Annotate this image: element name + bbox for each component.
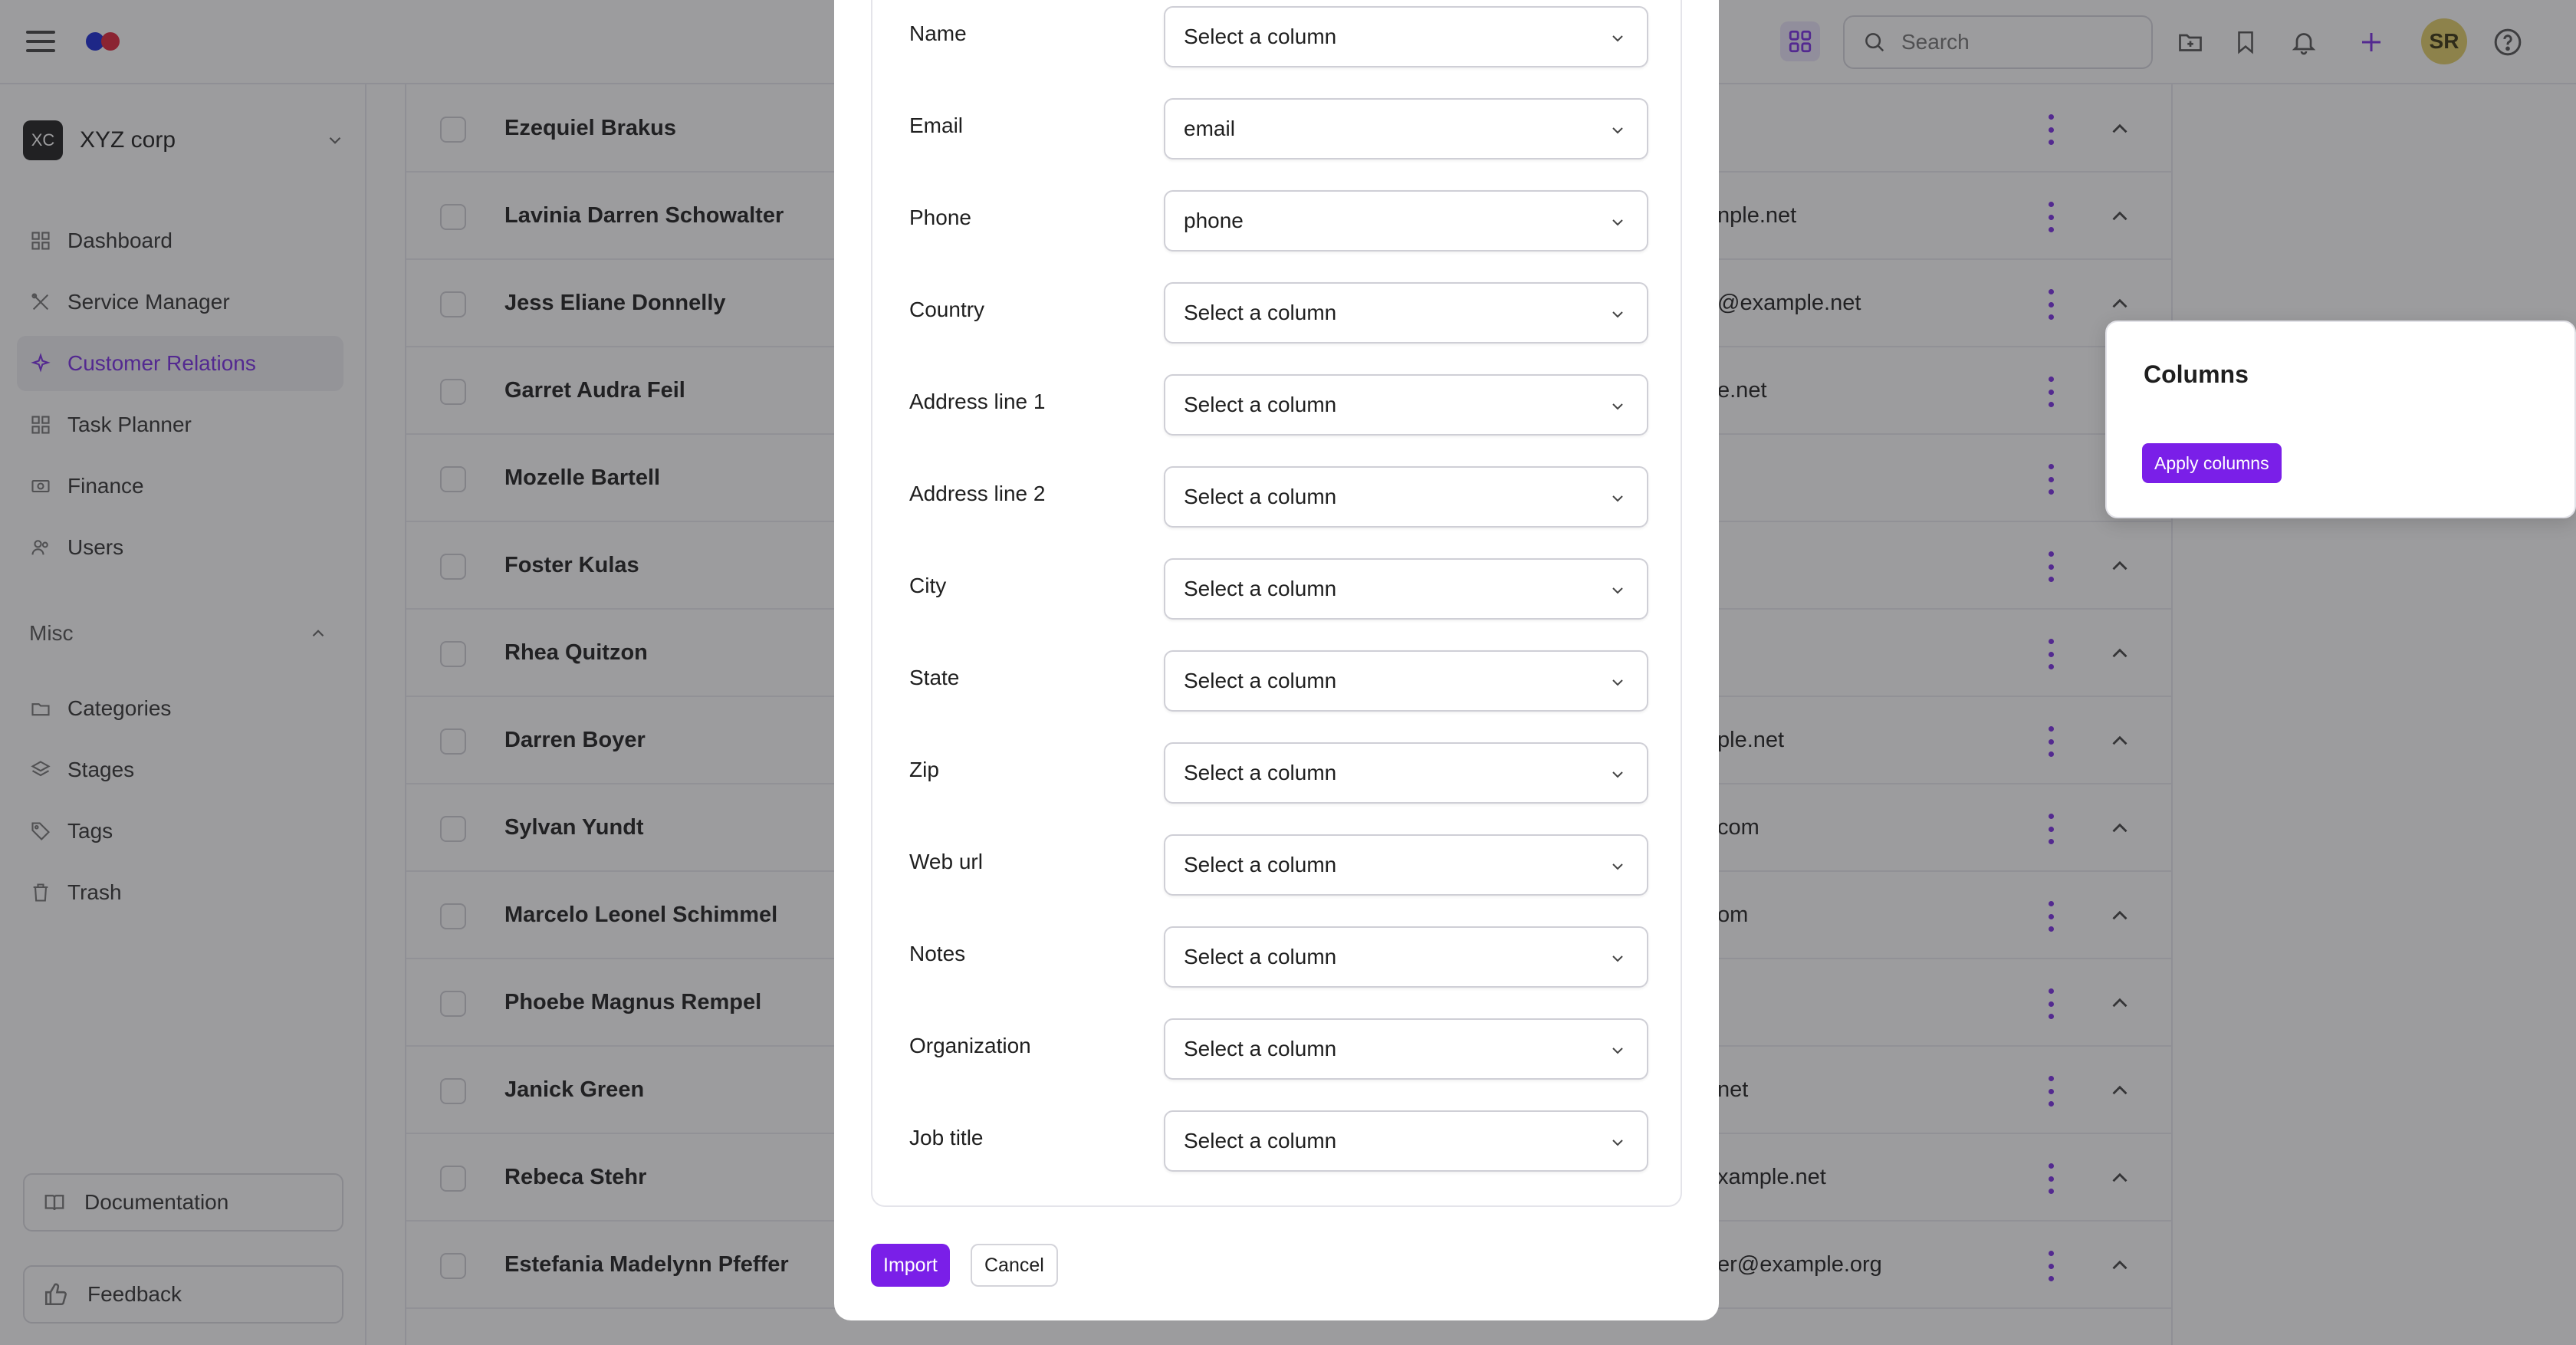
field-label: Web url (909, 850, 983, 873)
column-select[interactable]: Select a column (1164, 926, 1648, 988)
field-label: Job title (909, 1126, 984, 1149)
field-label: Phone (909, 206, 971, 229)
chevron-down-icon (1612, 1139, 1623, 1146)
column-select[interactable]: phone (1164, 190, 1648, 252)
field-label: City (909, 574, 947, 597)
mapping-row: Address line 1 Select a column (872, 368, 1684, 460)
chevron-down-icon (1612, 587, 1623, 594)
apply-columns-button[interactable]: Apply columns (2142, 443, 2282, 483)
column-select[interactable]: Select a column (1164, 1018, 1648, 1080)
import-modal: Name Select a column Email email Phone phone C… (834, 0, 1719, 1320)
field-label: State (909, 666, 960, 689)
field-label: Email (909, 113, 964, 137)
chevron-down-icon (1612, 495, 1623, 502)
mapping-row: Job title Select a column (872, 1104, 1684, 1196)
column-select[interactable]: Select a column (1164, 374, 1648, 436)
mapping-row: City Select a column (872, 552, 1684, 644)
mapping-row: Email email (872, 92, 1684, 184)
mapping-row: State Select a column (872, 644, 1684, 736)
mapping-row: Zip Select a column (872, 736, 1684, 828)
chevron-down-icon (1612, 311, 1623, 318)
mapping-row: Address line 2 Select a column (872, 460, 1684, 552)
mapping-row: Name Select a column (872, 0, 1684, 92)
field-label: Organization (909, 1034, 1031, 1057)
column-select-value: Select a column (1184, 945, 1337, 968)
column-select-value: Select a column (1184, 577, 1337, 600)
chevron-down-icon (1612, 1047, 1623, 1054)
column-select-value: phone (1184, 209, 1244, 232)
column-select[interactable]: Select a column (1164, 1110, 1648, 1172)
mapping-row: Phone phone (872, 184, 1684, 276)
column-select-value: Select a column (1184, 301, 1337, 324)
field-label: Name (909, 21, 967, 45)
column-select-value: Select a column (1184, 25, 1337, 48)
cancel-button[interactable]: Cancel (971, 1244, 1058, 1287)
chevron-down-icon (1612, 127, 1623, 134)
column-select[interactable]: Select a column (1164, 834, 1648, 896)
field-label: Notes (909, 942, 966, 965)
columns-popover-title: Columns (2144, 360, 2249, 388)
field-label: Country (909, 298, 985, 321)
chevron-down-icon (1612, 403, 1623, 410)
column-select-value: Select a column (1184, 761, 1337, 784)
column-mapping-card: Name Select a column Email email Phone phone C… (871, 0, 1682, 1207)
column-select-value: Select a column (1184, 393, 1337, 416)
column-select-value: Select a column (1184, 853, 1337, 876)
field-label: Zip (909, 758, 939, 781)
column-select-value: Select a column (1184, 1037, 1337, 1061)
columns-popover: Columns Apply columns (2105, 321, 2576, 518)
column-select[interactable]: Select a column (1164, 6, 1648, 67)
column-select-value: email (1184, 117, 1235, 140)
chevron-down-icon (1612, 35, 1623, 42)
field-label: Address line 2 (909, 482, 1046, 505)
chevron-down-icon (1612, 863, 1623, 870)
column-select[interactable]: Select a column (1164, 650, 1648, 712)
column-select[interactable]: email (1164, 98, 1648, 159)
chevron-down-icon (1612, 771, 1623, 778)
chevron-down-icon (1612, 219, 1623, 226)
mapping-row: Notes Select a column (872, 920, 1684, 1012)
import-button[interactable]: Import (871, 1244, 950, 1287)
column-select[interactable]: Select a column (1164, 558, 1648, 620)
field-label: Address line 1 (909, 390, 1046, 413)
chevron-down-icon (1612, 955, 1623, 962)
column-select[interactable]: Select a column (1164, 282, 1648, 344)
column-select[interactable]: Select a column (1164, 742, 1648, 804)
mapping-row: Organization Select a column (872, 1012, 1684, 1104)
column-select[interactable]: Select a column (1164, 466, 1648, 528)
mapping-row: Country Select a column (872, 276, 1684, 368)
column-select-value: Select a column (1184, 1129, 1337, 1153)
mapping-row: Web url Select a column (872, 828, 1684, 920)
column-select-value: Select a column (1184, 485, 1337, 508)
column-select-value: Select a column (1184, 669, 1337, 692)
chevron-down-icon (1612, 679, 1623, 686)
